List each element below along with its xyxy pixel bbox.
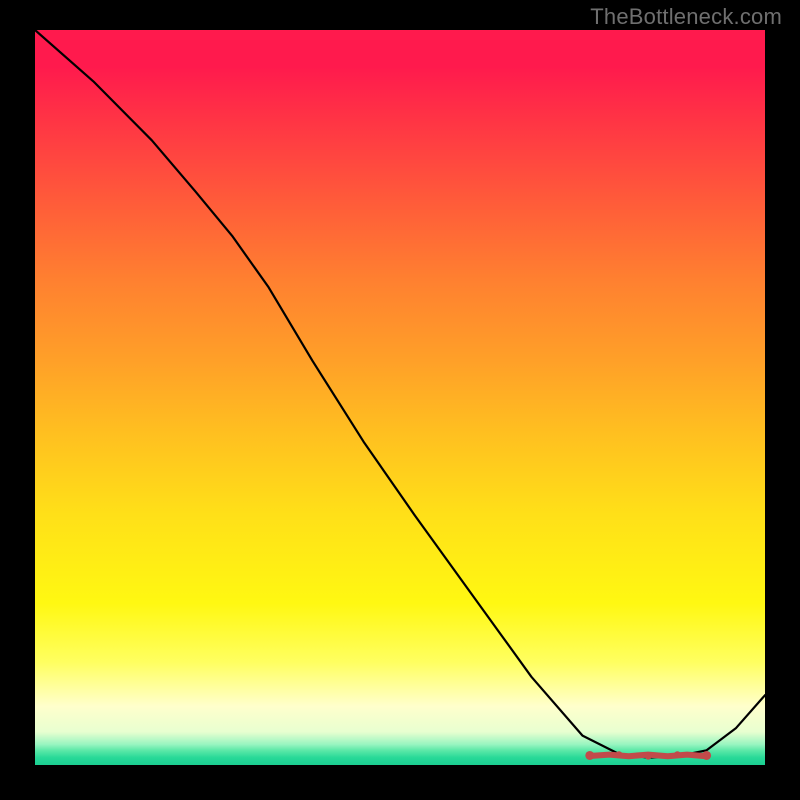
plot-area <box>35 30 765 765</box>
optimal-marker <box>585 751 711 760</box>
marker-bump <box>674 751 680 757</box>
marker-endpoint <box>585 751 594 760</box>
marker-endpoint <box>702 751 711 760</box>
chart-frame: TheBottleneck.com <box>0 0 800 800</box>
marker-bump <box>645 753 651 759</box>
marker-bump <box>616 751 622 757</box>
chart-overlay <box>35 30 765 765</box>
attribution-text: TheBottleneck.com <box>590 4 782 30</box>
bottleneck-curve <box>35 30 765 758</box>
